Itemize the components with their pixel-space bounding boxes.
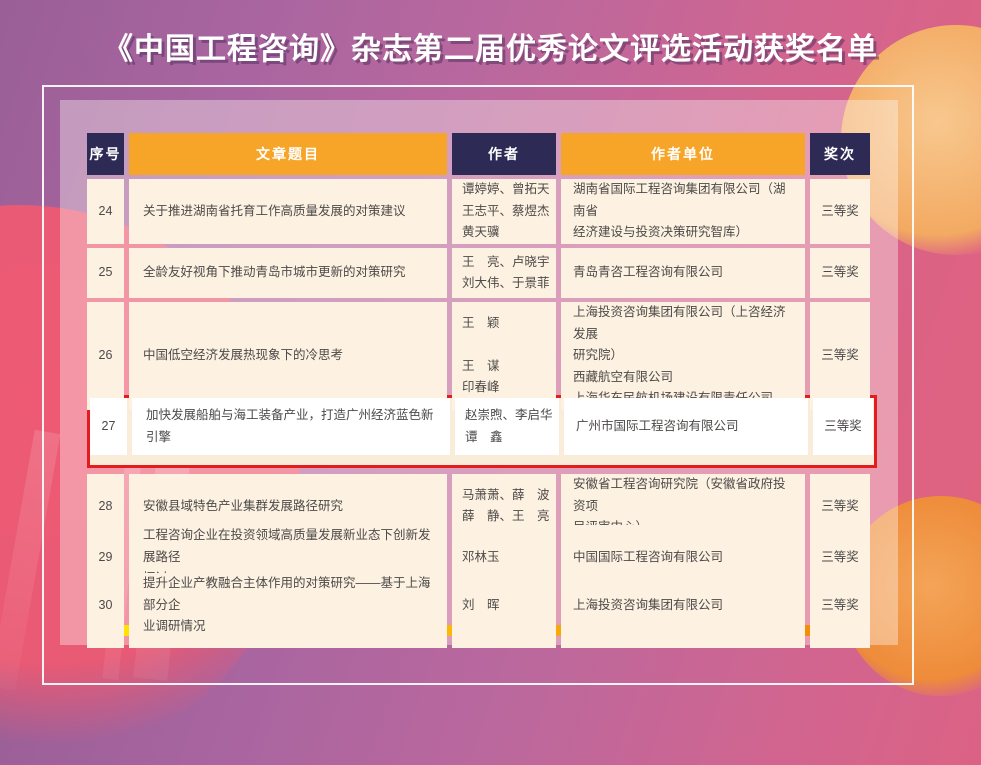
highlight-box-row-27: 27 加快发展船舶与海工装备产业，打造广州经济蓝色新引擎 赵崇煦、李启华 谭 鑫…	[87, 395, 877, 468]
row-index: 26	[87, 302, 124, 410]
table-header-row: 序号 文章题目 作者 作者单位 奖次	[87, 133, 870, 175]
author-org: 青岛青咨工程咨询有限公司	[561, 248, 805, 298]
page-title: 《中国工程咨询》杂志第二届优秀论文评选活动获奖名单	[0, 24, 981, 68]
header-index: 序号	[87, 133, 124, 175]
award-level: 三等奖	[810, 179, 870, 244]
award-level	[810, 638, 870, 648]
paper-title: 中国低空经济发展热现象下的冷思考	[129, 302, 447, 410]
paper-title	[129, 638, 447, 648]
author-org: 上海投资咨询集团有限公司	[561, 573, 805, 638]
table-row-highlighted: 27 加快发展船舶与海工装备产业，打造广州经济蓝色新引擎 赵崇煦、李启华 谭 鑫…	[90, 398, 874, 455]
author-org: 广州市国际工程咨询有限公司	[564, 398, 808, 455]
authors: 谭婷婷、曾拓天 王志平、蔡煜杰 黄天骥	[452, 179, 556, 244]
row-index: 30	[87, 573, 124, 638]
paper-title: 全龄友好视角下推动青岛市城市更新的对策研究	[129, 248, 447, 298]
paper-title: 关于推进湖南省托育工作高质量发展的对策建议	[129, 179, 447, 244]
award-level: 三等奖	[810, 573, 870, 638]
award-level: 三等奖	[810, 248, 870, 298]
header-org: 作者单位	[561, 133, 805, 175]
table-row: 25 全龄友好视角下推动青岛市城市更新的对策研究 王 亮、卢晓宇 刘大伟、于景菲…	[87, 248, 870, 298]
table-row: 29 工程咨询企业在投资领域高质量发展新业态下创新发展路径 探讨 邓林玉 中国国…	[87, 525, 870, 569]
author-org: 湖南省国际工程咨询集团有限公司（湖南省 经济建设与投资决策研究智库）	[561, 179, 805, 244]
authors: 赵崇煦、李启华 谭 鑫	[455, 398, 559, 455]
partial-next-row	[87, 638, 870, 648]
authors: 王 颖 王 谋 印春峰	[452, 302, 556, 410]
table-row: 24 关于推进湖南省托育工作高质量发展的对策建议 谭婷婷、曾拓天 王志平、蔡煜杰…	[87, 179, 870, 243]
author-org	[561, 638, 805, 648]
author-org: 上海投资咨询集团有限公司（上咨经济发展 研究院） 西藏航空有限公司 上海华东民航…	[561, 302, 805, 410]
row-index: 25	[87, 248, 124, 298]
row-index: 27	[90, 398, 127, 455]
paper-title: 提升企业产教融合主体作用的对策研究——基于上海部分企 业调研情况	[129, 573, 447, 638]
award-table: 序号 文章题目 作者 作者单位 奖次 24 关于推进湖南省托育工作高质量发展的对…	[87, 133, 870, 648]
authors: 王 亮、卢晓宇 刘大伟、于景菲	[452, 248, 556, 298]
paper-title: 加快发展船舶与海工装备产业，打造广州经济蓝色新引擎	[132, 398, 450, 455]
row-index: 24	[87, 179, 124, 244]
authors	[452, 638, 556, 648]
header-award: 奖次	[810, 133, 870, 175]
award-level: 三等奖	[813, 398, 873, 455]
header-authors: 作者	[452, 133, 556, 175]
award-level: 三等奖	[810, 302, 870, 410]
table-row: 26 中国低空经济发展热现象下的冷思考 王 颖 王 谋 印春峰 上海投资咨询集团…	[87, 302, 870, 389]
table-row: 28 安徽县域特色产业集群发展路径研究 马萧萧、薛 波 薛 静、王 亮 安徽省工…	[87, 474, 870, 520]
row-index	[87, 638, 124, 648]
authors: 刘 晖	[452, 573, 556, 638]
header-title: 文章题目	[129, 133, 447, 175]
table-row: 30 提升企业产教融合主体作用的对策研究——基于上海部分企 业调研情况 刘 晖 …	[87, 573, 870, 619]
